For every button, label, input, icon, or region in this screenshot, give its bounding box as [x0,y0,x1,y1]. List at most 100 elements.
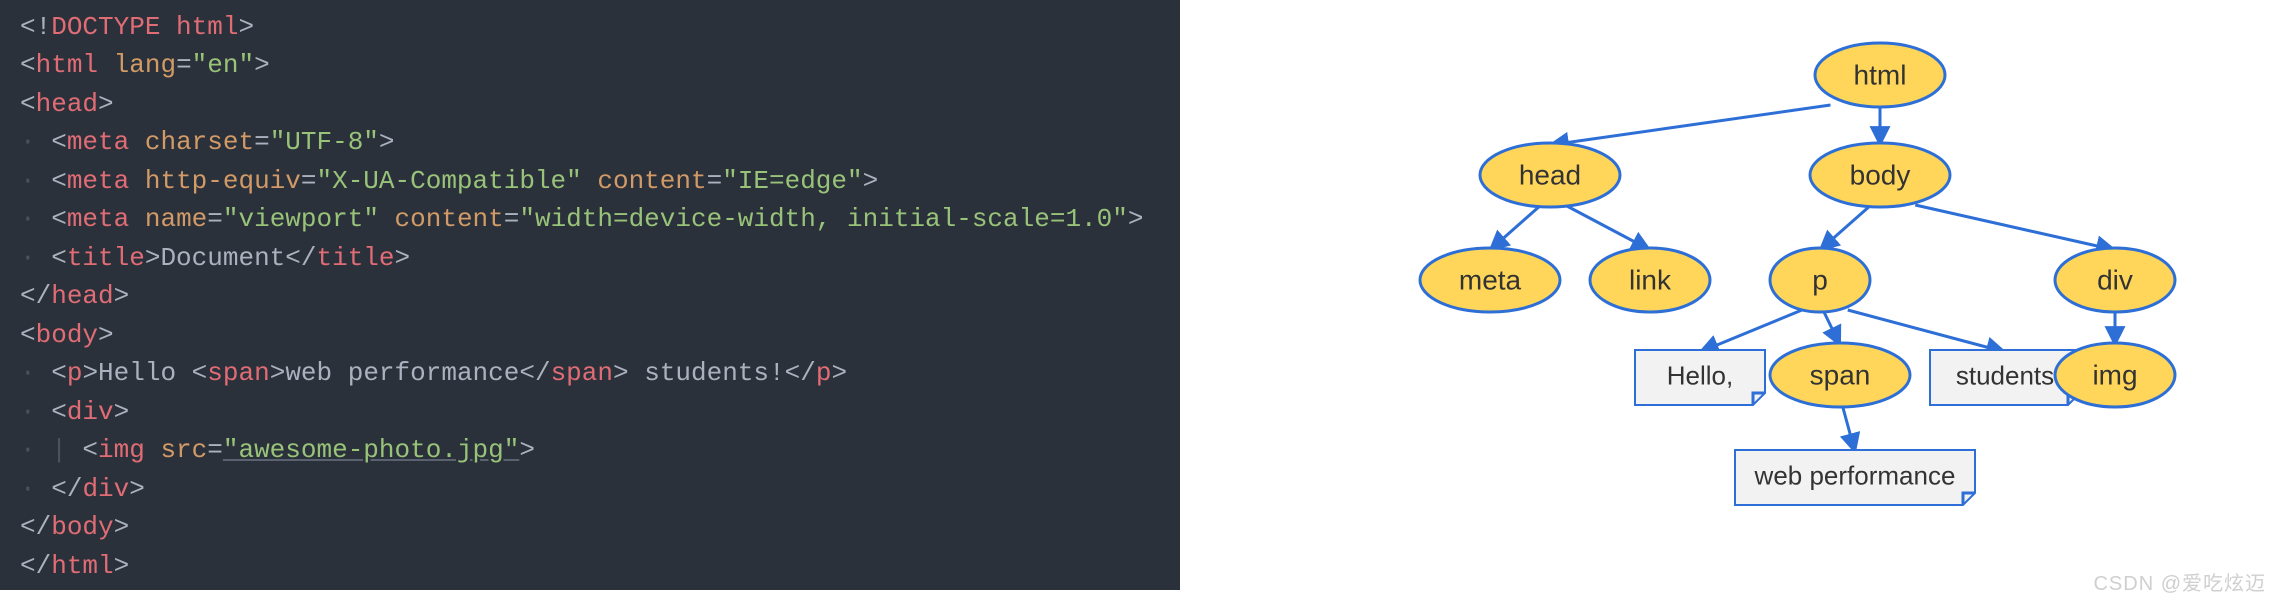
code-token: </ [20,512,51,542]
csdn-watermark: CSDN @爱吃炫迈 [2093,567,2266,596]
code-token: html [36,50,98,80]
code-token: > [98,320,114,350]
code-token [98,50,114,80]
code-token: div [82,474,129,504]
code-token: < [82,435,98,465]
code-token: < [20,89,36,119]
code-token: "awesome-photo.jpg" [223,435,519,465]
code-token: Document [160,243,285,273]
code-line: · <p>Hello <span>web performance</span> … [20,354,1160,392]
tree-edge [1820,205,1871,250]
tree-edge [1915,205,2115,250]
code-token: src [160,435,207,465]
tree-node-label: div [2097,264,2133,295]
code-token: > [114,397,130,427]
tree-note-label: students [1956,360,2054,390]
code-token: html [51,551,113,581]
code-token: > [379,127,395,157]
code-token: · [20,243,51,273]
code-token: p [816,358,832,388]
code-token: http-equiv [145,166,301,196]
tree-node-label: img [2092,359,2137,390]
tree-note-label: Hello, [1667,360,1733,390]
code-token: = [176,50,192,80]
code-token: > [114,512,130,542]
code-token: · [20,358,51,388]
code-token: "IE=edge" [722,166,862,196]
code-token: = [207,204,223,234]
code-token: · [20,204,51,234]
code-line: · <div> [20,393,1160,431]
tree-edge [1565,205,1650,250]
code-line: <html lang="en"> [20,46,1160,84]
tree-node-label: span [1810,359,1871,390]
code-token: "en" [192,50,254,80]
code-token: </ [285,243,316,273]
code-token: p [67,358,83,388]
code-token: > [831,358,847,388]
code-token: charset [145,127,254,157]
code-token: head [36,89,98,119]
code-token: <! [20,12,51,42]
code-token: name [145,204,207,234]
code-line: · <meta charset="UTF-8"> [20,123,1160,161]
code-token: < [51,127,67,157]
code-token: < [20,50,36,80]
tree-node-label: html [1854,59,1907,90]
tree-edge [1700,310,1802,352]
code-token [129,204,145,234]
code-editor: <!DOCTYPE html><html lang="en"><head>· <… [0,0,1180,590]
diagram-svg: htmlheadbodymetalinkpdivHello,spanstuden… [1180,0,2276,590]
code-token: body [51,512,113,542]
code-token: Hello [98,358,192,388]
tree-edge [1490,205,1541,250]
code-token: > [254,50,270,80]
code-line: · <title>Document</title> [20,239,1160,277]
code-token: </ [51,474,82,504]
code-token: < [192,358,208,388]
tree-node-label: link [1629,264,1672,295]
code-token [582,166,598,196]
code-token: < [51,397,67,427]
code-token: DOCTYPE html [51,12,238,42]
code-token: head [51,281,113,311]
code-token: span [551,358,613,388]
code-token: = [207,435,223,465]
code-token: img [98,435,145,465]
code-token: title [317,243,395,273]
code-token: students! [629,358,785,388]
code-token [145,435,161,465]
code-line: · <meta http-equiv="X-UA-Compatible" con… [20,162,1160,200]
code-token: "UTF-8" [270,127,379,157]
code-token: · [20,127,51,157]
code-token: span [207,358,269,388]
code-token: > [1128,204,1144,234]
code-token: < [51,358,67,388]
code-token: > [145,243,161,273]
code-token: div [67,397,114,427]
code-token [129,166,145,196]
tree-edge [1823,310,1840,345]
code-token: "viewport" [223,204,379,234]
code-token: </ [519,358,550,388]
code-token: content [395,204,504,234]
tree-note-label: web performance [1754,460,1956,490]
code-token: > [82,358,98,388]
code-token: > [114,551,130,581]
code-line: <head> [20,85,1160,123]
tree-node-label: body [1850,159,1911,190]
code-token: lang [114,50,176,80]
dom-tree-diagram: htmlheadbodymetalinkpdivHello,spanstuden… [1180,0,2276,602]
code-line: </html> [20,547,1160,585]
code-line: </body> [20,508,1160,546]
code-token: meta [67,127,129,157]
code-token: "X-UA-Compatible" [317,166,582,196]
code-token: · | [20,435,82,465]
code-token: > [238,12,254,42]
code-line: <!DOCTYPE html> [20,8,1160,46]
code-token: > [98,89,114,119]
code-token: > [613,358,629,388]
code-line: <body> [20,316,1160,354]
code-token: web performance [285,358,519,388]
code-token: > [863,166,879,196]
